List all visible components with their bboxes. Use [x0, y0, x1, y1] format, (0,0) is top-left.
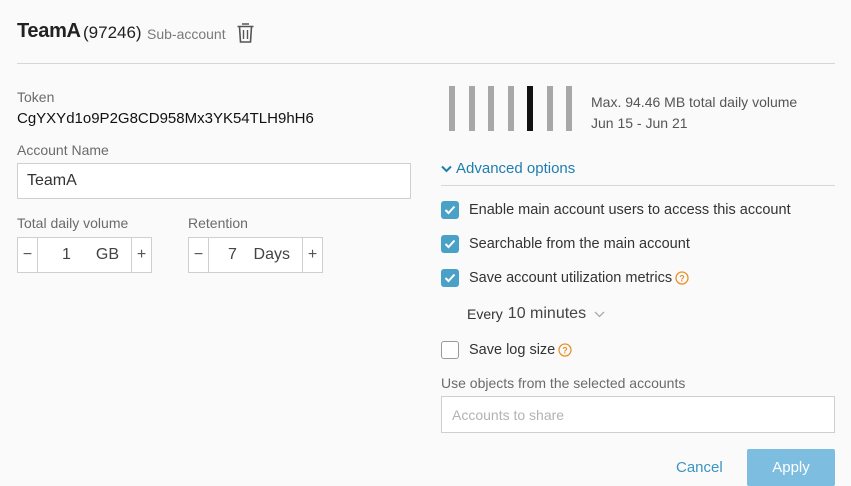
volume-bar[interactable]: [547, 86, 553, 131]
account-name-label: Account Name: [17, 142, 109, 158]
daily-volume-stepper: − 1 GB +: [17, 237, 152, 273]
help-icon[interactable]: ?: [675, 271, 689, 285]
cancel-button[interactable]: Cancel: [676, 459, 723, 476]
retention-value[interactable]: 7: [228, 246, 237, 264]
share-accounts-label: Use objects from the selected accounts: [441, 375, 686, 391]
chevron-down-icon: [594, 311, 605, 317]
minus-icon: −: [193, 246, 204, 263]
volume-bar[interactable]: [488, 86, 494, 131]
volume-bar[interactable]: [566, 86, 572, 131]
option-label: Save account utilization metrics: [469, 270, 673, 286]
daily-volume-unit: GB: [95, 246, 119, 263]
plus-icon: +: [307, 246, 318, 263]
retention-increment-button[interactable]: +: [302, 238, 322, 272]
date-range-text: Jun 15 - Jun 21: [591, 115, 688, 131]
svg-text:?: ?: [679, 273, 685, 283]
option-save-metrics[interactable]: Save account utilization metrics ?: [441, 269, 689, 287]
help-icon[interactable]: ?: [558, 343, 572, 357]
check-icon: [444, 273, 456, 283]
token-value: CgYXYd1o9P2G8CD958Mx3YK54TLH9hH6: [17, 110, 314, 127]
interval-value: 10 minutes: [507, 305, 587, 322]
chevron-down-icon: [441, 165, 452, 172]
retention-decrement-button[interactable]: −: [189, 238, 209, 272]
check-icon: [444, 239, 456, 249]
retention-unit: Days: [253, 246, 290, 263]
trash-icon[interactable]: [236, 22, 255, 44]
retention-label: Retention: [188, 215, 248, 231]
volume-increment-button[interactable]: +: [131, 238, 151, 272]
max-volume-text: Max. 94.46 MB total daily volume: [591, 94, 798, 110]
volume-info: Max. 94.46 MB total daily volume Jun 15 …: [591, 92, 797, 134]
option-label: Save log size: [469, 342, 556, 358]
volume-bar[interactable]: [508, 86, 514, 131]
daily-volume-value[interactable]: 1: [62, 246, 71, 264]
checkbox-checked[interactable]: [441, 269, 459, 287]
account-type: Sub-account: [147, 26, 226, 42]
advanced-options-label: Advanced options: [456, 160, 576, 177]
advanced-options-toggle[interactable]: Advanced options: [441, 160, 575, 177]
daily-volume-label: Total daily volume: [17, 215, 129, 231]
svg-text:?: ?: [563, 345, 569, 355]
account-name-input[interactable]: [17, 163, 411, 199]
option-label: Enable main account users to access this…: [469, 202, 791, 218]
checkbox-unchecked[interactable]: [441, 341, 459, 359]
checkbox-checked[interactable]: [441, 201, 459, 219]
volume-bar[interactable]: [449, 86, 455, 131]
plus-icon: +: [136, 246, 147, 263]
token-label: Token: [17, 89, 55, 105]
metrics-interval-dropdown[interactable]: Every 10 minutes: [467, 305, 605, 323]
option-enable-main-access[interactable]: Enable main account users to access this…: [441, 201, 791, 219]
header-divider: [17, 63, 835, 64]
minus-icon: −: [22, 246, 33, 263]
account-id: (97246): [83, 23, 142, 42]
interval-prefix: Every: [467, 306, 503, 322]
option-label: Searchable from the main account: [469, 236, 690, 252]
check-icon: [444, 205, 456, 215]
apply-button[interactable]: Apply: [747, 449, 835, 486]
accounts-to-share-input[interactable]: [441, 396, 835, 433]
account-title: TeamA: [17, 20, 81, 42]
retention-stepper: − 7 Days +: [188, 237, 323, 273]
daily-volume-bars: [448, 86, 576, 132]
volume-decrement-button[interactable]: −: [18, 238, 38, 272]
volume-bar[interactable]: [527, 86, 533, 131]
checkbox-checked[interactable]: [441, 235, 459, 253]
volume-bar[interactable]: [469, 86, 475, 131]
advanced-divider: [441, 185, 835, 186]
option-save-log-size[interactable]: Save log size ?: [441, 341, 572, 359]
option-searchable[interactable]: Searchable from the main account: [441, 235, 690, 253]
